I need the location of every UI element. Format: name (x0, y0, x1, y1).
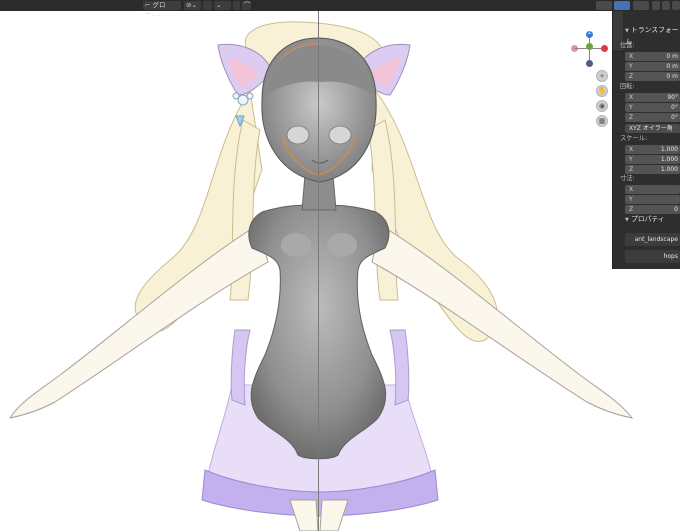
scale-y-field[interactable]: Y 1.000 (625, 155, 680, 164)
dimensions-y-field[interactable]: Y (625, 195, 680, 204)
field-value: 90° (667, 94, 678, 101)
axis-label: Y (629, 63, 633, 70)
axis-label: Z (629, 166, 634, 173)
property-row[interactable]: ant_landscape (625, 233, 680, 246)
origin-axis-line (318, 11, 319, 531)
axis-label: Y (629, 196, 633, 203)
location-label: 位置: (620, 42, 635, 49)
axis-label: Y (629, 156, 633, 163)
axis-label: X (629, 94, 634, 101)
field-value: 0° (671, 114, 678, 121)
axis-label: X (629, 53, 634, 60)
collapse-arrow-icon: ▼ (625, 217, 629, 223)
properties-section-header[interactable]: ▼ プロパティ (625, 214, 680, 225)
field-value: 1.000 (660, 146, 678, 153)
camera-icon[interactable]: ◉ (596, 100, 608, 112)
rotation-mode-select[interactable]: XYZ オイラー角 (625, 124, 680, 133)
location-x-field[interactable]: X 0 m (625, 52, 680, 61)
field-value: 1.000 (660, 156, 678, 163)
sidebar-n-panel[interactable]: ▼ トランスフォーム 位置: X 0 m Y 0 m Z 0 m 回転: X 90° Y… (612, 11, 680, 269)
field-value: 0 (674, 206, 678, 213)
head-mesh (261, 37, 377, 183)
zoom-icon[interactable]: + (596, 70, 608, 82)
dimensions-z-field[interactable]: Z0 (625, 205, 680, 214)
gizmo-y-handle[interactable] (586, 43, 593, 50)
dimensions-x-field[interactable]: X (625, 185, 680, 194)
rotation-x-field[interactable]: X 90° (625, 93, 680, 102)
dimensions-label: 寸法: (620, 175, 635, 182)
field-value: 0° (671, 104, 678, 111)
gizmo-x-handle[interactable] (601, 45, 608, 52)
field-value: 0 m (666, 53, 678, 60)
field-value: 0 m (666, 63, 678, 70)
rotation-label: 回転: (620, 83, 635, 90)
gizmo-neg-x-handle[interactable] (571, 45, 578, 52)
axis-label: X (629, 146, 634, 153)
collapse-arrow-icon: ▼ (625, 28, 629, 34)
axis-label: Z (629, 73, 634, 80)
gizmo-z-label: Z (588, 30, 592, 36)
property-name: hops (663, 253, 678, 260)
transform-section-header[interactable]: ▼ トランスフォーム (625, 25, 680, 46)
scale-z-field[interactable]: Z 1.000 (625, 165, 680, 174)
field-value: 1.000 (660, 166, 678, 173)
axis-label: Y (629, 104, 633, 111)
property-row[interactable]: hops (625, 250, 680, 263)
hand-icon[interactable]: ✋ (596, 85, 608, 97)
gizmo-neg-z-handle[interactable] (586, 60, 593, 67)
sidebar-tab-view[interactable] (613, 93, 623, 134)
rotation-z-field[interactable]: Z 0° (625, 113, 680, 122)
axis-label: X (629, 186, 634, 193)
axis-label: Z (629, 114, 634, 121)
property-name: ant_landscape (634, 236, 678, 243)
3d-viewport[interactable]: ⌐ グロー..⌄ ⊘⌄ ⌄ ⌒ Z + ✋ ◉ ▦ ▼ トランスフォーム 位置:… (0, 0, 680, 531)
location-z-field[interactable]: Z 0 m (625, 72, 680, 81)
character-model[interactable] (0, 0, 680, 531)
axis-label: Z (629, 206, 634, 213)
scale-x-field[interactable]: X 1.000 (625, 145, 680, 154)
field-value: 0 m (666, 73, 678, 80)
location-y-field[interactable]: Y 0 m (625, 62, 680, 71)
scale-label: スケール: (620, 135, 648, 142)
grid-icon[interactable]: ▦ (596, 115, 608, 127)
rotation-y-field[interactable]: Y 0° (625, 103, 680, 112)
properties-title: プロパティ (631, 215, 665, 223)
